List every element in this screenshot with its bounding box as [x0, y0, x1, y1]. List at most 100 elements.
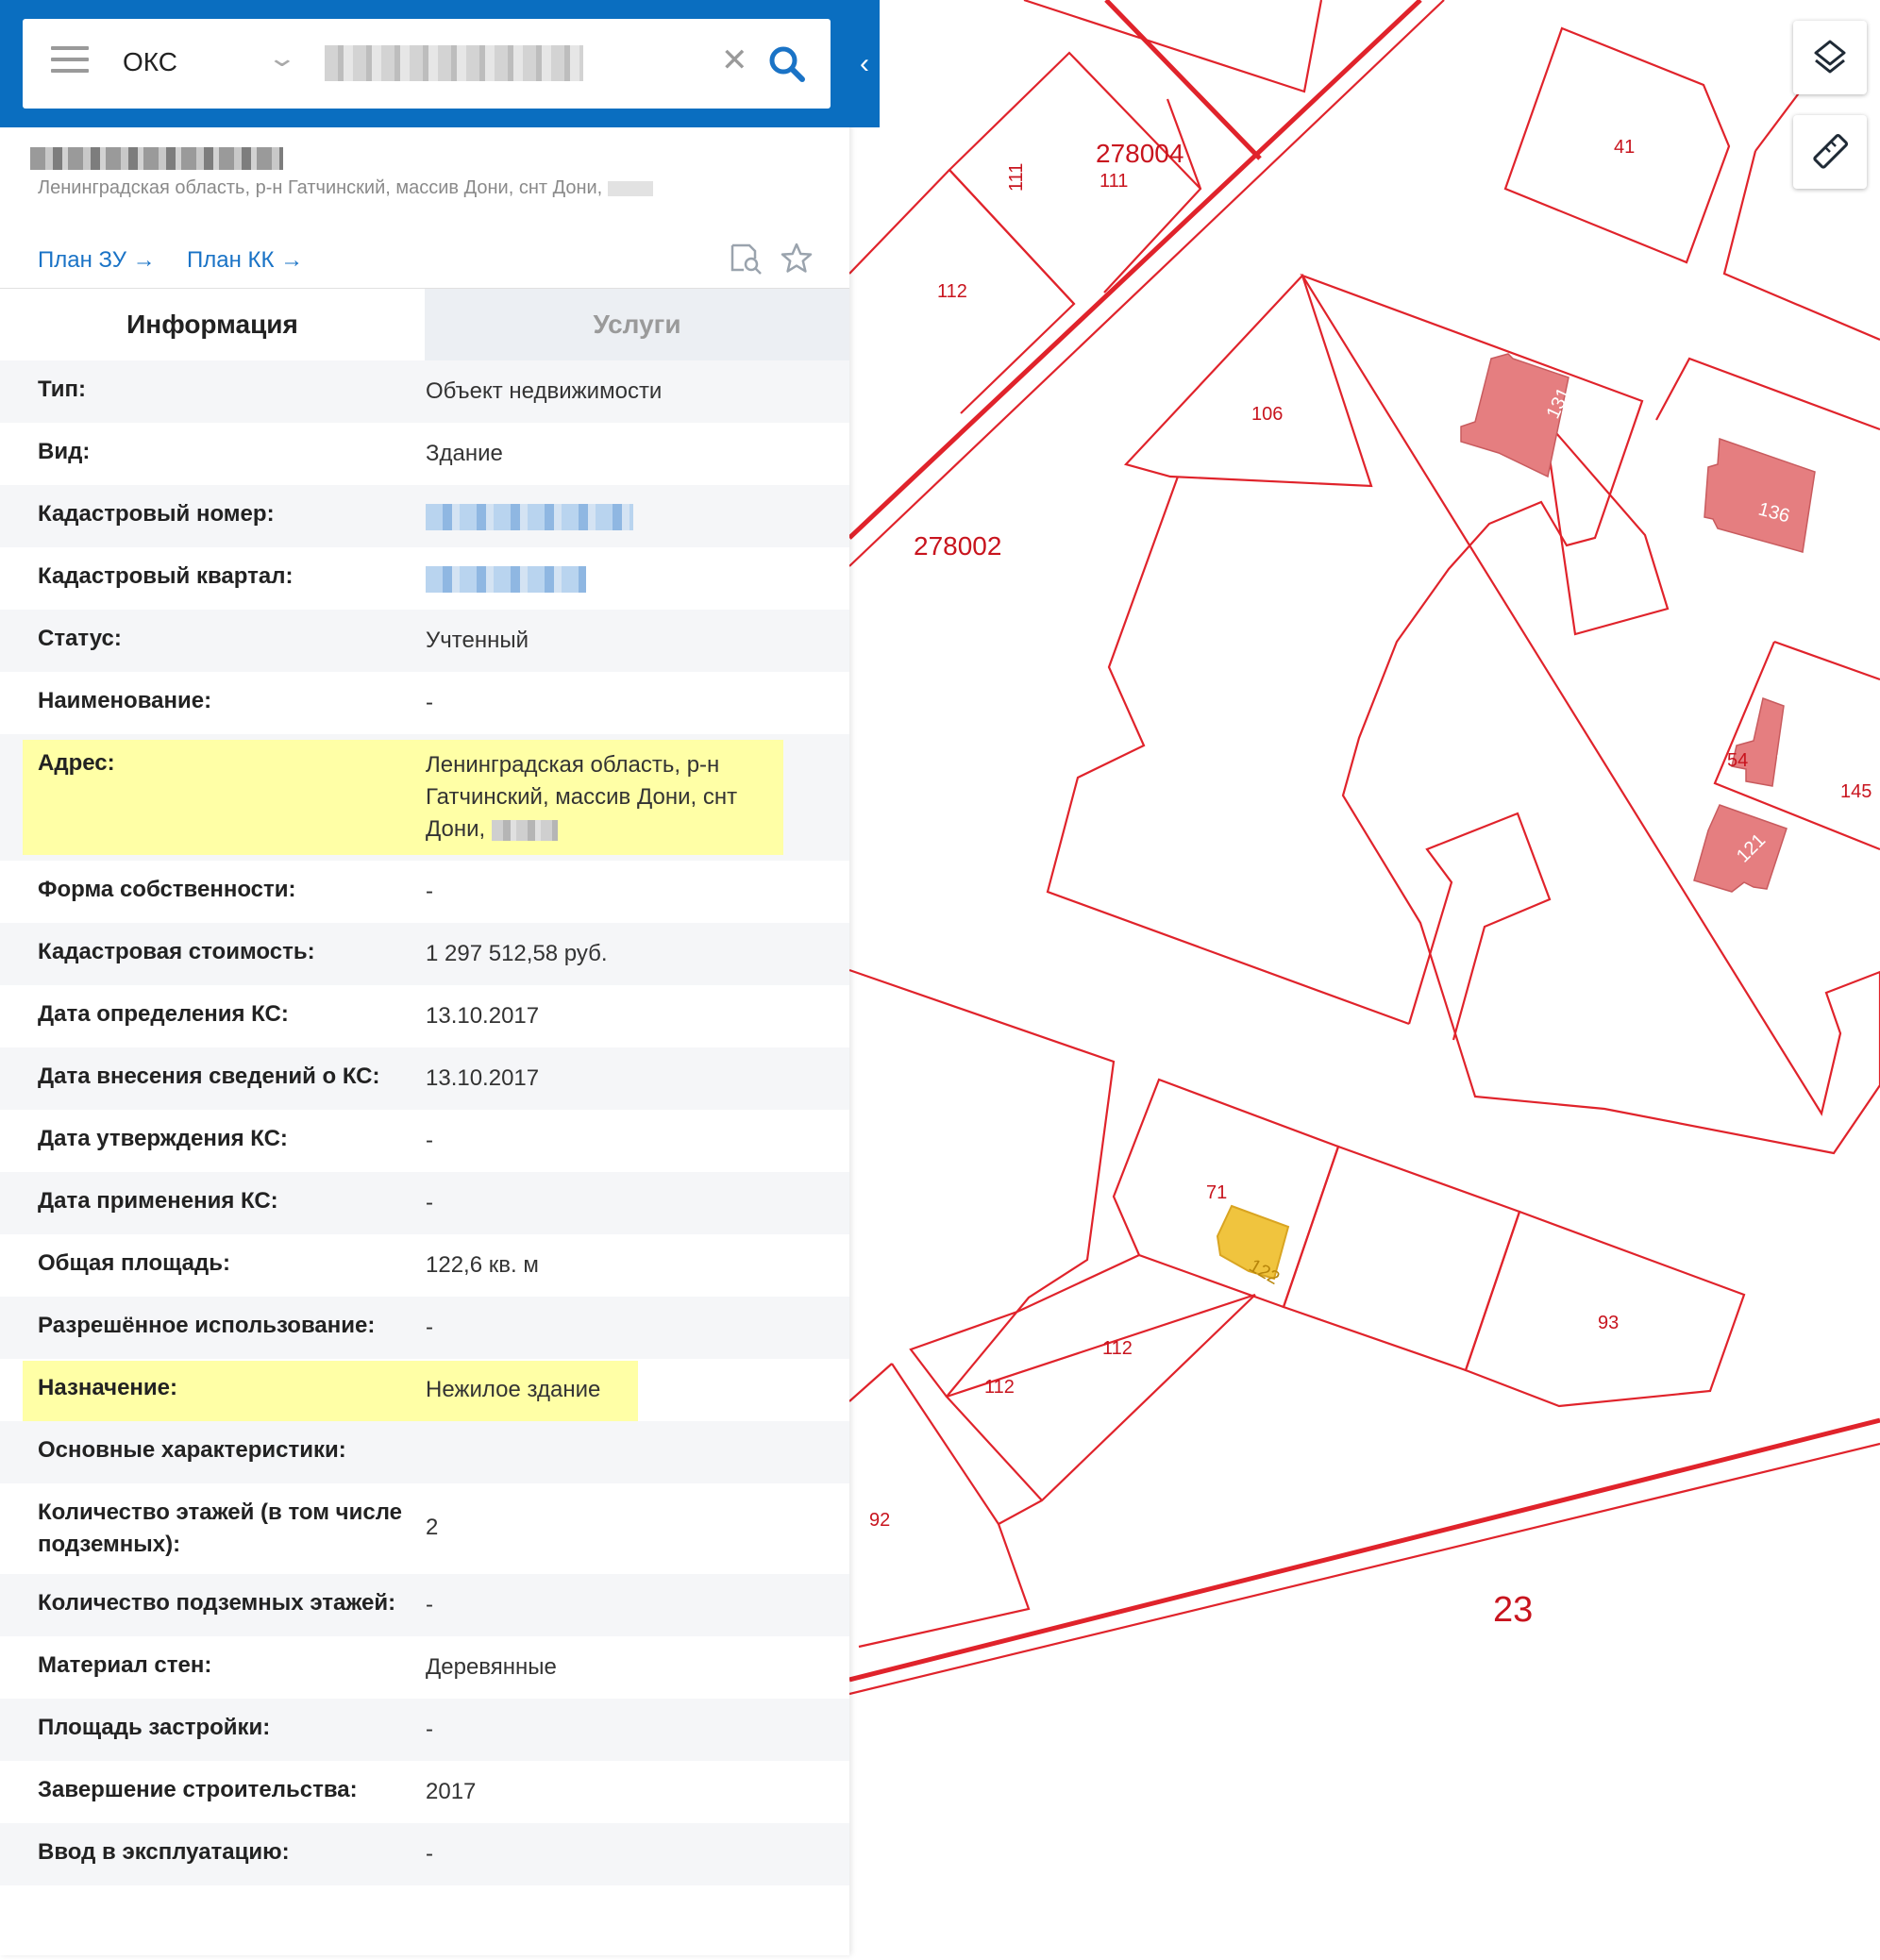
document-search-icon[interactable] — [729, 242, 763, 276]
row-value: 122,6 кв. м — [426, 1252, 539, 1278]
row-total-area: Общая площадь: 122,6 кв. м — [0, 1234, 849, 1297]
row-value: 2 — [426, 1515, 439, 1540]
row-purpose: Назначение: Нежилое здание — [0, 1359, 849, 1423]
ruler-icon — [1813, 133, 1849, 169]
parcel-label: 145 — [1840, 781, 1872, 802]
parcel-label: 71 — [1206, 1182, 1227, 1203]
row-value: Деревянные — [426, 1654, 557, 1680]
row-main-characteristics: Основные характеристики: — [0, 1421, 849, 1483]
row-label: Основные характеристики: — [38, 1437, 346, 1463]
chevron-down-icon[interactable]: ⌄ — [267, 43, 298, 73]
quarter-label: 23 — [1493, 1590, 1533, 1630]
row-entry-date: Дата внесения сведений о КС: 13.10.2017 — [0, 1047, 849, 1110]
object-cadastral-number-redacted — [30, 147, 283, 170]
row-kind: Вид: Здание — [0, 423, 849, 485]
search-box: ОКС ⌄ ✕ — [23, 19, 831, 109]
object-type-select[interactable]: ОКС — [123, 47, 177, 77]
parcel-label: 54 — [1727, 750, 1748, 771]
quarter-label: 278002 — [914, 531, 1001, 561]
search-icon[interactable] — [764, 42, 810, 87]
search-bar: ОКС ⌄ ✕ ‹ — [0, 0, 880, 127]
parcel-label: 93 — [1598, 1313, 1619, 1333]
row-underground-floors: Количество подземных этажей: - — [0, 1574, 849, 1636]
row-status: Статус: Учтенный — [0, 610, 849, 672]
row-type: Тип: Объект недвижимости — [0, 360, 849, 423]
parcel-label: 112 — [937, 281, 967, 302]
row-label: Количество этажей (в том числе подземных… — [38, 1499, 402, 1557]
collapse-panel-icon[interactable]: ‹ — [849, 45, 880, 83]
row-application-date: Дата применения КС: - — [0, 1172, 849, 1234]
building-136 — [1704, 437, 1816, 553]
row-value: - — [426, 879, 433, 904]
layers-icon — [1814, 40, 1846, 74]
cadastral-number-link[interactable] — [426, 500, 784, 532]
row-value: - — [426, 690, 433, 715]
row-valuation-date: Дата определения КС: 13.10.2017 — [0, 985, 849, 1047]
row-cadastral-quarter: Кадастровый квартал: — [0, 547, 849, 610]
row-value: - — [426, 1592, 433, 1617]
row-address: Адрес: Ленинградская область, р-н Гатчин… — [0, 734, 849, 861]
row-label: Статус: — [38, 626, 122, 651]
row-value: - — [426, 1841, 433, 1867]
tab-information[interactable]: Информация — [0, 289, 425, 360]
row-label: Дата определения КС: — [38, 1001, 289, 1027]
row-cadastral-number: Кадастровый номер: — [0, 485, 849, 547]
row-label: Количество подземных этажей: — [38, 1590, 396, 1616]
row-label: Площадь застройки: — [38, 1715, 271, 1740]
cadastral-quarter-link[interactable] — [426, 562, 784, 595]
row-label: Тип: — [38, 377, 86, 402]
layers-button[interactable] — [1793, 21, 1867, 94]
parcel-label: 111 — [1006, 163, 1027, 192]
row-value: Учтенный — [426, 628, 529, 653]
parcel-label: 111 — [1099, 171, 1128, 192]
row-label: Дата утверждения КС: — [38, 1126, 288, 1151]
row-label: Кадастровый номер: — [38, 501, 275, 527]
search-input[interactable] — [325, 45, 583, 81]
row-label: Завершение строительства: — [38, 1777, 358, 1802]
map-canvas[interactable]: 278004 278002 23 111 111 112 41 106 131 … — [848, 0, 1880, 1955]
redacted-text — [607, 180, 653, 196]
row-label: Кадастровый квартал: — [38, 563, 294, 589]
row-label: Адрес: — [38, 750, 115, 776]
row-label: Вид: — [38, 439, 91, 464]
row-approval-date: Дата утверждения КС: - — [0, 1110, 849, 1172]
row-value: - — [426, 1717, 433, 1742]
row-permitted-use: Разрешённое использование: - — [0, 1297, 849, 1359]
menu-icon[interactable] — [51, 46, 89, 80]
tab-services[interactable]: Услуги — [425, 289, 849, 360]
row-value: 13.10.2017 — [426, 1003, 540, 1029]
parcel-label: 112 — [1102, 1338, 1133, 1359]
building-138 — [1731, 697, 1785, 787]
quarter-label: 278004 — [1096, 139, 1183, 168]
row-label: Дата внесения сведений о КС: — [38, 1064, 380, 1089]
cadastral-map[interactable]: 278004 278002 23 111 111 112 41 106 131 … — [848, 0, 1880, 1955]
row-ownership: Форма собственности: - — [0, 861, 849, 923]
row-value: Нежилое здание — [426, 1377, 601, 1402]
redacted-text — [491, 819, 558, 841]
row-label: Общая площадь: — [38, 1250, 231, 1276]
plan-kk-link[interactable]: План КК → — [187, 247, 303, 274]
clear-icon[interactable]: ✕ — [721, 42, 748, 79]
row-label: Ввод в эксплуатацию: — [38, 1839, 290, 1865]
row-label: Наименование: — [38, 688, 212, 713]
row-value: 2017 — [426, 1779, 477, 1804]
parcel-label: 41 — [1614, 137, 1635, 158]
row-wall-material: Материал стен: Деревянные — [0, 1636, 849, 1699]
property-info-list: Тип: Объект недвижимости Вид: Здание Кад… — [0, 360, 849, 1885]
row-label: Разрешённое использование: — [38, 1313, 376, 1338]
row-label: Материал стен: — [38, 1652, 212, 1678]
parcel-label: 112 — [984, 1377, 1015, 1398]
row-name: Наименование: - — [0, 672, 849, 734]
row-value: 1 297 512,58 руб. — [426, 941, 608, 966]
row-cadastral-value: Кадастровая стоимость: 1 297 512,58 руб. — [0, 923, 849, 985]
star-icon[interactable] — [780, 242, 814, 276]
row-value: Ленинградская область, р-н Гатчинский, м… — [426, 752, 738, 842]
plan-zu-link[interactable]: План ЗУ → — [38, 247, 156, 274]
row-construction-completion: Завершение строительства: 2017 — [0, 1761, 849, 1823]
info-panel: Ленинградская область, р-н Гатчинский, м… — [0, 0, 849, 1955]
panel-tabs: Информация Услуги — [0, 288, 849, 360]
ruler-button[interactable] — [1793, 115, 1867, 189]
row-value: - — [426, 1315, 433, 1340]
row-value: 13.10.2017 — [426, 1065, 540, 1091]
object-address: Ленинградская область, р-н Гатчинский, м… — [38, 177, 653, 199]
